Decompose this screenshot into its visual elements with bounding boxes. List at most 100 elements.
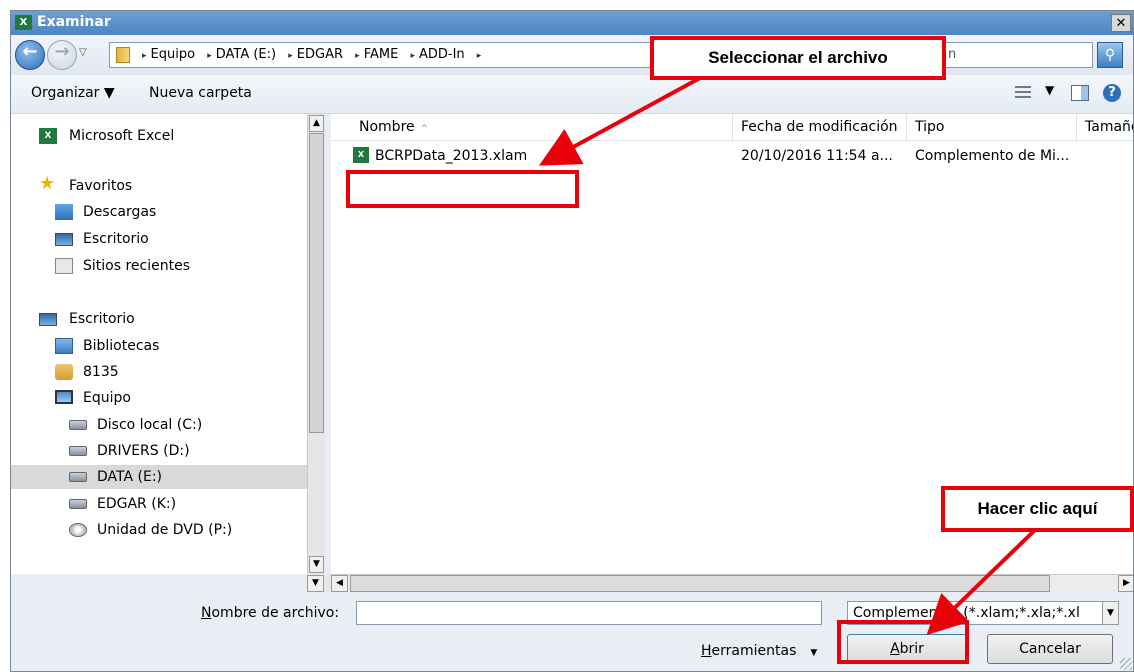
file-type: Complemento de Mi...	[915, 148, 1070, 164]
resize-grip[interactable]	[1120, 658, 1132, 670]
filename-input[interactable]	[356, 601, 822, 625]
nav-item-label: Sitios recientes	[83, 258, 190, 274]
view-controls: ▼ ?	[1015, 83, 1125, 105]
nav-item-escritorio[interactable]: Escritorio	[11, 227, 307, 251]
nav-item-label: Microsoft Excel	[69, 128, 175, 144]
libraries-icon	[55, 338, 73, 354]
nav-item-label: Descargas	[83, 204, 157, 220]
excel-addin-file-icon: X	[353, 147, 369, 163]
nav-item-label: Escritorio	[69, 311, 135, 327]
drive-icon	[69, 420, 87, 430]
column-header-type[interactable]: Tipo	[907, 114, 1077, 140]
nav-item-label: Unidad de DVD (P:)	[97, 522, 233, 538]
help-icon[interactable]: ?	[1103, 84, 1121, 102]
downloads-icon	[55, 204, 73, 220]
column-header-size[interactable]: Tamaño	[1077, 114, 1133, 140]
excel-icon: X	[39, 128, 57, 144]
navigation-pane: X Microsoft Excel ★ Favoritos Descargas …	[11, 114, 307, 574]
file-name: BCRPData_2013.xlam	[375, 148, 528, 164]
breadcrumb-item[interactable]: EDGAR	[297, 47, 343, 62]
sort-caret-icon: ^	[420, 124, 429, 134]
recent-locations-dropdown[interactable]: ▽	[79, 47, 87, 58]
nav-item-label: Disco local (C:)	[97, 417, 203, 433]
column-header-row: Nombre ^ Fecha de modificación Tipo Tamañ…	[331, 114, 1133, 141]
forward-button[interactable]: →	[47, 40, 77, 70]
recent-icon	[55, 258, 73, 274]
nav-item-data-e[interactable]: DATA (E:)	[11, 465, 307, 489]
navigation-bar: ← → ▽ ▸ Equipo ▸ DATA (E:) ▸ EDGAR ▸ FAME ▸ A…	[11, 35, 1133, 75]
view-options-dropdown[interactable]: ▼	[1045, 83, 1054, 97]
chevron-down-icon: ▼	[810, 648, 818, 658]
star-icon: ★	[39, 173, 56, 194]
nav-item-edgar-k[interactable]: EDGAR (K:)	[11, 492, 307, 516]
nav-item-escritorio-root[interactable]: Escritorio	[11, 307, 307, 331]
breadcrumb-separator-icon: ▸	[207, 51, 212, 61]
close-button[interactable]: ✕	[1111, 14, 1131, 32]
scroll-corner: ▼	[307, 574, 331, 592]
change-view-icon[interactable]	[1015, 86, 1031, 100]
cancel-button[interactable]: Cancelar	[987, 634, 1113, 664]
window-title: Examinar	[37, 14, 111, 30]
nav-item-label: DRIVERS (D:)	[97, 443, 190, 459]
breadcrumb-separator-icon: ▸	[355, 51, 360, 61]
back-arrow-icon: ←	[22, 41, 38, 62]
nav-item-favoritos[interactable]: ★ Favoritos	[11, 174, 307, 198]
breadcrumb-separator-icon: ▸	[142, 51, 147, 61]
nav-item-label: Equipo	[83, 390, 131, 406]
nav-item-label: Bibliotecas	[83, 338, 160, 354]
scroll-down-button[interactable]: ▼	[309, 556, 324, 573]
breadcrumb-item[interactable]: FAME	[364, 47, 399, 62]
desktop-icon	[55, 233, 73, 246]
breadcrumb-separator-icon: ▸	[476, 51, 482, 61]
search-text: n	[948, 47, 957, 62]
filename-label: Nombre de archivo:	[201, 605, 340, 621]
command-toolbar: Organizar ▼ Nueva carpeta ▼ ?	[11, 75, 1133, 114]
preview-pane-icon[interactable]	[1071, 85, 1089, 101]
scroll-thumb[interactable]	[309, 133, 324, 433]
file-list-horizontal-scrollbar[interactable]: ◀ ▶	[331, 574, 1133, 592]
open-file-dialog: X Examinar ✕ ← → ▽ ▸ Equipo ▸ DATA (E:) ▸ E…	[10, 10, 1134, 672]
scroll-up-button[interactable]: ▲	[309, 115, 324, 132]
filetype-dropdown-button[interactable]: ▼	[1102, 601, 1119, 625]
nav-item-equipo[interactable]: Equipo	[11, 386, 307, 410]
nav-item-label: EDGAR (K:)	[97, 496, 177, 512]
search-input[interactable]: n	[941, 42, 1093, 68]
nav-scroll-down-button[interactable]: ▼	[307, 575, 324, 592]
organize-button[interactable]: Organizar ▼	[31, 85, 115, 101]
breadcrumb-item[interactable]: Equipo	[151, 47, 196, 62]
file-date: 20/10/2016 11:54 a...	[741, 148, 893, 164]
scroll-left-button[interactable]: ◀	[331, 575, 348, 592]
column-header-name[interactable]: Nombre ^	[331, 114, 733, 140]
title-bar: X Examinar ✕	[11, 11, 1133, 35]
nav-item-sitios-recientes[interactable]: Sitios recientes	[11, 254, 307, 278]
excel-app-icon: X	[15, 15, 32, 30]
scroll-right-button[interactable]: ▶	[1118, 575, 1133, 592]
nav-pane-scrollbar[interactable]: ▲ ▼	[307, 114, 325, 574]
back-button[interactable]: ←	[15, 40, 45, 70]
computer-icon	[55, 390, 73, 404]
user-folder-icon	[55, 364, 73, 380]
column-header-date[interactable]: Fecha de modificación	[733, 114, 907, 140]
nav-item-descargas[interactable]: Descargas	[11, 200, 307, 224]
callout-click-here: Hacer clic aquí	[941, 486, 1134, 532]
dvd-icon	[69, 523, 87, 537]
nav-item-microsoft-excel[interactable]: X Microsoft Excel	[11, 124, 307, 148]
nav-item-drivers-d[interactable]: DRIVERS (D:)	[11, 439, 307, 463]
nav-item-label: Escritorio	[83, 231, 149, 247]
forward-arrow-icon: →	[54, 41, 70, 62]
nav-item-dvd-p[interactable]: Unidad de DVD (P:)	[11, 518, 307, 542]
callout-select-file: Seleccionar el archivo	[650, 36, 946, 80]
nav-item-8135[interactable]: 8135	[11, 360, 307, 384]
file-row[interactable]: X BCRPData_2013.xlam 20/10/2016 11:54 a.…	[331, 144, 1133, 168]
nav-item-bibliotecas[interactable]: Bibliotecas	[11, 334, 307, 358]
breadcrumb-item[interactable]: DATA (E:)	[216, 47, 276, 62]
nav-item-disco-local-c[interactable]: Disco local (C:)	[11, 413, 307, 437]
new-folder-button[interactable]: Nueva carpeta	[149, 85, 252, 101]
folder-icon	[116, 47, 130, 63]
nav-item-label: DATA (E:)	[97, 469, 163, 485]
drive-icon	[69, 472, 87, 482]
breadcrumb-item[interactable]: ADD-In	[419, 47, 465, 62]
search-button[interactable]: ⚲	[1097, 42, 1123, 68]
tools-button[interactable]: Herramientas ▼	[701, 643, 817, 659]
horizontal-scroll-thumb[interactable]	[350, 575, 1050, 592]
